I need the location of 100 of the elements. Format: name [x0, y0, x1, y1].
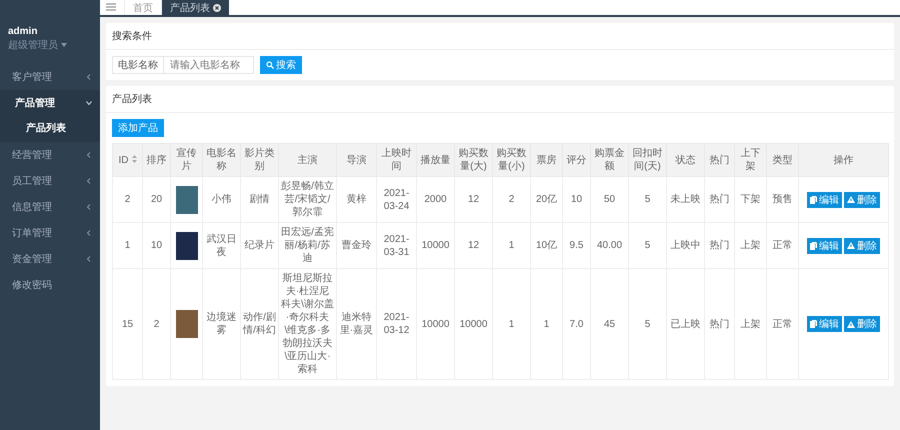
table-cell: 上架 [740, 318, 760, 330]
poster-placeholder [176, 186, 198, 214]
column-header: 热门 [704, 144, 734, 176]
copy-icon [810, 196, 817, 204]
table-cell: 迪米特里·嘉灵 [340, 312, 374, 336]
poster-placeholder [176, 232, 198, 260]
column-header: 播放量 [416, 144, 454, 176]
delete-button[interactable]: 删除 [844, 316, 880, 332]
edit-button[interactable]: 编辑 [807, 238, 842, 254]
column-header: 购票金额 [590, 144, 628, 176]
tab[interactable]: 产品列表 [161, 0, 229, 15]
edit-button[interactable]: 编辑 [807, 316, 842, 332]
table-cell: 20亿 [536, 194, 558, 205]
table-cell: 正常 [772, 318, 792, 330]
table-cell: 动作/剧情/科幻 [243, 312, 276, 336]
table-cell: 5 [644, 318, 650, 330]
sidebar-menu-item[interactable]: 修改密码 [0, 272, 100, 298]
table-cell: 10000 [422, 318, 450, 330]
column-header: 评分 [562, 144, 590, 176]
chevron-left-icon [86, 152, 92, 158]
user-name: admin [8, 26, 38, 37]
table-cell: 田宏远/孟宪丽/杨莉/苏迪 [281, 227, 334, 264]
column-header: 影片类别 [240, 144, 278, 176]
table-cell: 剧情 [250, 194, 270, 205]
column-header: 宣传片 [170, 144, 202, 176]
delete-button[interactable]: 删除 [844, 192, 880, 208]
table-cell: 15 [122, 318, 134, 330]
field-label: 电影名称 [112, 56, 164, 74]
table-cell: 2021-03-12 [384, 312, 410, 336]
table-cell: 50 [604, 194, 616, 205]
table-cell: 正常 [772, 240, 792, 251]
copy-icon [810, 242, 817, 250]
table-cell: 热门 [710, 240, 730, 251]
column-header: 票房 [530, 144, 562, 176]
table-cell: 2021-03-24 [384, 188, 410, 212]
sidebar-menu-item[interactable]: 产品管理 [0, 90, 100, 116]
sort-icon[interactable] [132, 154, 136, 162]
table-cell: 12 [468, 240, 480, 251]
column-header: 回扣时间(天) [628, 144, 666, 176]
table-cell: 9.5 [570, 240, 584, 251]
table-cell: 5 [644, 240, 650, 251]
table-cell: 10 [150, 240, 162, 251]
menu-icon[interactable] [106, 3, 116, 11]
table-cell: 20 [150, 194, 162, 205]
chevron-left-icon [86, 178, 92, 184]
delete-button[interactable]: 删除 [844, 238, 880, 254]
column-header: 电影名称 [202, 144, 240, 176]
table-cell: 2 [154, 318, 160, 330]
table-cell: 40.00 [596, 240, 622, 251]
column-header: 导演 [336, 144, 376, 176]
table-cell: 10亿 [536, 240, 558, 251]
table-cell: 上映中 [670, 240, 700, 251]
add-product-button[interactable]: 添加产品 [112, 119, 164, 137]
sidebar-menu-item[interactable]: 客户管理 [0, 64, 100, 90]
table-cell: 1 [508, 318, 514, 330]
poster-placeholder [176, 310, 198, 338]
chevron-left-icon [86, 204, 92, 210]
table-cell: 边境迷雾 [206, 312, 236, 336]
chevron-left-icon [86, 74, 92, 80]
table-cell: 黄梓 [346, 194, 366, 205]
sidebar-menu-item[interactable]: 资金管理 [0, 246, 100, 272]
column-header[interactable]: ID [112, 144, 142, 176]
edit-button[interactable]: 编辑 [807, 192, 842, 208]
user-role-dropdown[interactable]: 超级管理员 [8, 38, 92, 52]
table-cell: 彭昱畅/韩立芸/宋韬文/郭尔霏 [281, 181, 334, 218]
table-cell: 曹金玲 [342, 240, 372, 251]
sidebar-menu-item[interactable]: 信息管理 [0, 194, 100, 220]
column-header: 主演 [278, 144, 336, 176]
chevron-left-icon [86, 230, 92, 236]
sidebar-menu-item[interactable]: 订单管理 [0, 220, 100, 246]
table-cell: 热门 [710, 318, 730, 330]
sidebar-submenu-item[interactable]: 产品列表 [0, 116, 100, 142]
search-icon [266, 61, 274, 69]
column-header: 操作 [798, 144, 888, 176]
table-cell: 热门 [710, 194, 730, 205]
sidebar-menu-item[interactable]: 员工管理 [0, 168, 100, 194]
panel-title: 产品列表 [106, 86, 894, 113]
copy-icon [810, 320, 817, 328]
table-cell: 2 [508, 194, 514, 205]
table-cell: 下架 [740, 194, 760, 205]
caret-icon [61, 43, 67, 47]
table-cell: 上架 [740, 240, 760, 251]
table-cell: 小伟 [212, 194, 232, 205]
column-header: 购买数量(大) [454, 144, 492, 176]
column-header: 状态 [666, 144, 704, 176]
table-cell: 45 [604, 318, 616, 330]
column-header: 上映时间 [376, 144, 416, 176]
column-header: 购买数量(小) [492, 144, 530, 176]
table-cell: 纪录片 [244, 240, 274, 251]
table-cell: 1 [508, 240, 514, 251]
table-cell: 斯坦尼斯拉夫·杜涅尼科夫\谢尔盖·奇尔科夫\维克多·多勃朗拉沃夫\亚历山大·索科 [281, 273, 334, 375]
search-input-field[interactable]: 请输入电影名称 [164, 56, 254, 74]
table-cell: 2021-03-31 [384, 234, 410, 258]
table-cell: 已上映 [670, 318, 700, 330]
table-cell: 12 [468, 194, 480, 205]
sidebar-menu-item[interactable]: 经营管理 [0, 142, 100, 168]
warning-icon [847, 320, 855, 328]
table-cell: 2 [124, 194, 130, 205]
close-icon[interactable] [213, 4, 221, 12]
search-button[interactable]: 搜索 [260, 56, 302, 74]
